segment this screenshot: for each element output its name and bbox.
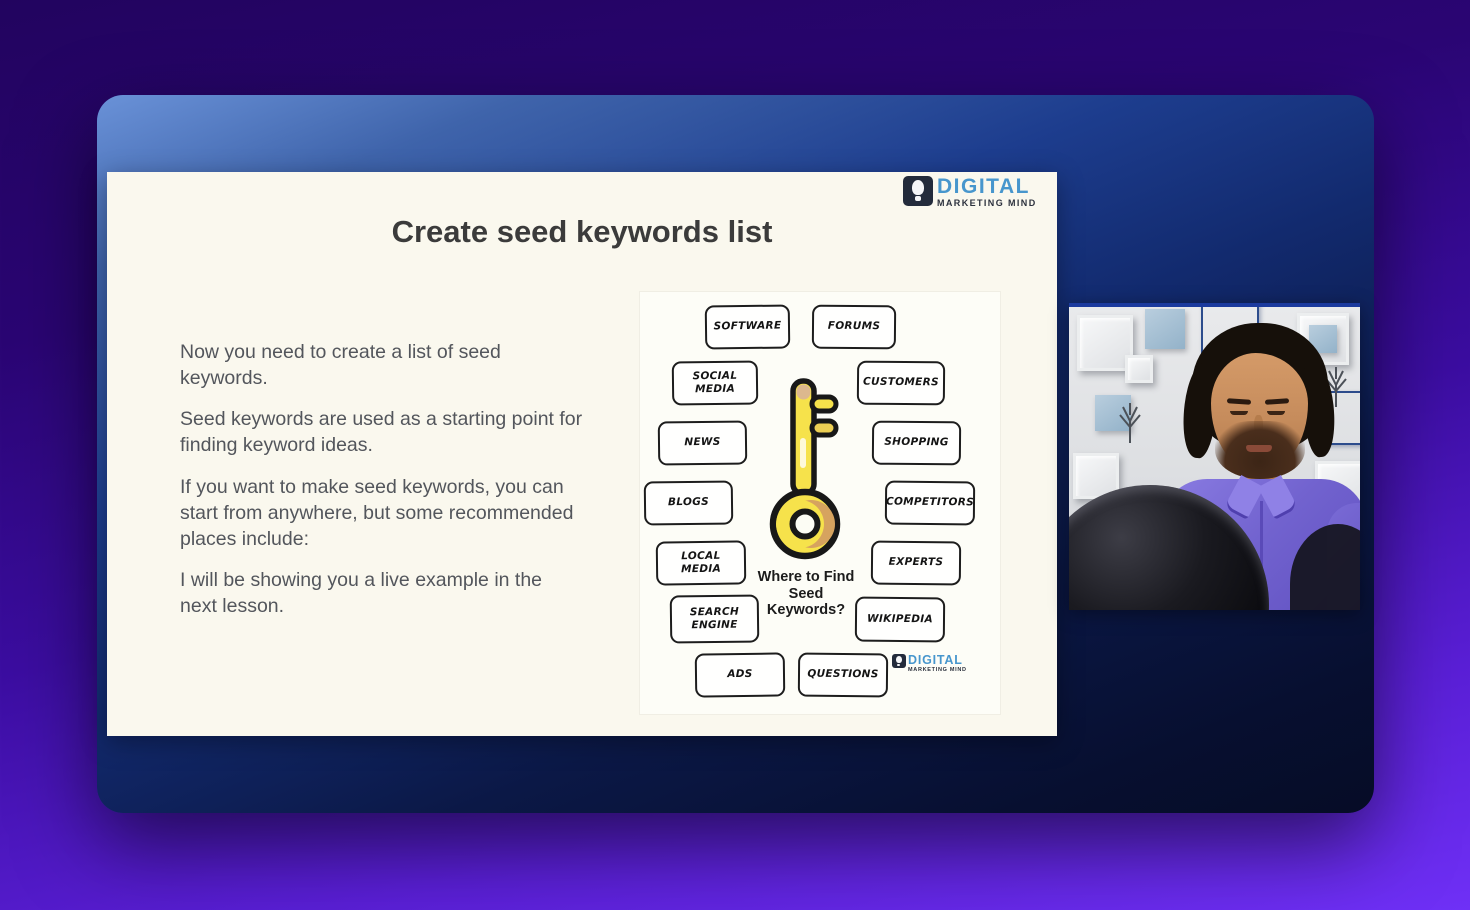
slide-paragraph: Now you need to create a list of seed ke… [180,339,584,391]
wall-tree-art [1113,399,1147,443]
diagram-box-social-media: SOCIAL MEDIA [672,360,759,405]
webcam-top-edge [1069,303,1360,307]
diagram-box-software: SOFTWARE [705,304,791,349]
wall-square [1125,355,1153,383]
page-background: DIGITAL MARKETING MIND Create seed keywo… [0,0,1470,910]
diagram-box-questions: QUESTIONS [798,653,888,698]
slide-paragraph: Seed keywords are used as a starting poi… [180,406,584,458]
brand-name: DIGITAL [937,176,1037,197]
key-illustration [766,376,846,568]
brand-logo-icon [892,654,906,668]
brand-logo: DIGITAL MARKETING MIND [903,176,1037,208]
diagram-center-question: Where to Find Seed Keywords? [750,569,862,619]
diagram-box-competitors: COMPETITORS [885,481,975,526]
slide-body-text: Now you need to create a list of seed ke… [180,339,584,634]
diagram-box-shopping: SHOPPING [872,421,961,466]
presenter-eye [1267,411,1285,415]
diagram-box-blogs: BLOGS [644,480,734,525]
diagram-box-customers: CUSTOMERS [857,361,945,406]
diagram-watermark-logo: DIGITAL MARKETING MIND [892,654,967,673]
brand-logo-icon [903,176,933,206]
diagram-box-experts: EXPERTS [871,541,961,586]
diagram-box-local-media: LOCAL MEDIA [656,540,747,585]
diagram-box-search-engine: SEARCH ENGINE [670,594,760,643]
brand-tagline: MARKETING MIND [937,199,1037,208]
diagram-box-forums: FORUMS [812,305,896,350]
presenter-mouth [1246,445,1272,452]
slide-title: Create seed keywords list [107,214,1057,250]
seed-keywords-diagram: SOFTWARE FORUMS SOCIAL MEDIA CUSTOMERS NEWS S… [640,292,1000,714]
diagram-box-news: NEWS [658,420,748,465]
slide-paragraph: I will be showing you a live example in … [180,567,584,619]
presentation-slide: DIGITAL MARKETING MIND Create seed keywo… [107,172,1057,736]
slide-paragraph: If you want to make seed keywords, you c… [180,474,584,552]
diagram-box-ads: ADS [695,652,786,697]
video-player-window[interactable]: DIGITAL MARKETING MIND Create seed keywo… [97,95,1374,813]
webcam-video [1069,303,1360,610]
wall-square [1145,309,1185,349]
diagram-box-wikipedia: WIKIPEDIA [855,597,945,643]
presenter-eye [1230,411,1248,415]
